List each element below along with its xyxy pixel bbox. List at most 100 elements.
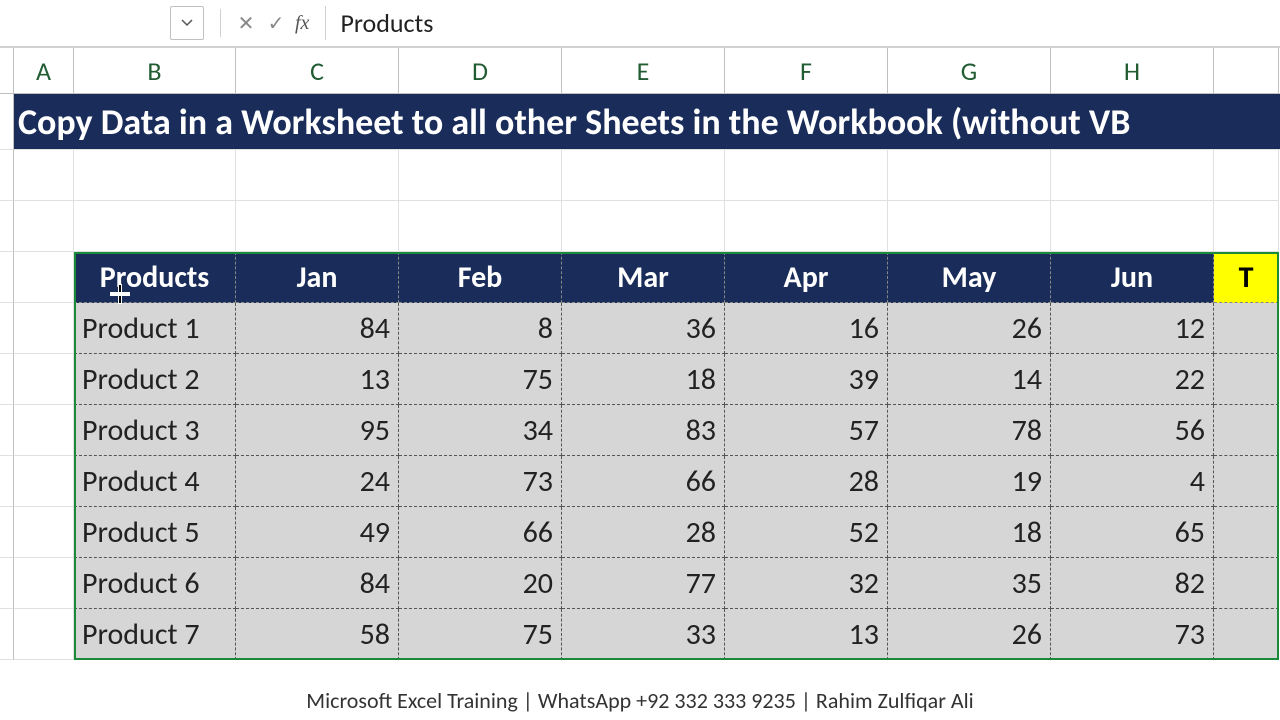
cell-apr[interactable]: 16 (725, 303, 888, 354)
cell[interactable] (74, 201, 236, 252)
cell-apr[interactable]: 32 (725, 558, 888, 609)
cell[interactable] (1214, 354, 1279, 405)
cell-mar[interactable]: 66 (562, 456, 725, 507)
cell[interactable] (14, 252, 74, 303)
cell[interactable] (1214, 201, 1279, 252)
cell-mar[interactable]: 33 (562, 609, 725, 660)
cell[interactable] (1214, 507, 1279, 558)
cell-may[interactable]: 26 (888, 303, 1051, 354)
cell-jan[interactable]: 24 (236, 456, 399, 507)
row-header[interactable] (0, 558, 14, 609)
header-jun[interactable]: Jun (1051, 252, 1214, 303)
cell-jun[interactable]: 4 (1051, 456, 1214, 507)
cell-apr[interactable]: 13 (725, 609, 888, 660)
cell-feb[interactable]: 75 (399, 609, 562, 660)
cell[interactable] (1051, 201, 1214, 252)
cell[interactable] (14, 405, 74, 456)
cell[interactable] (14, 456, 74, 507)
title-cell[interactable]: Copy Data in a Worksheet to all other Sh… (14, 94, 1280, 150)
cell-may[interactable]: 35 (888, 558, 1051, 609)
cell[interactable] (14, 354, 74, 405)
cell[interactable] (14, 507, 74, 558)
cell[interactable] (888, 150, 1051, 201)
cell-mar[interactable]: 28 (562, 507, 725, 558)
cancel-button[interactable]: ✕ (231, 8, 261, 38)
header-products[interactable]: Products (74, 252, 236, 303)
column-header-i[interactable] (1214, 48, 1279, 93)
cell-may[interactable]: 78 (888, 405, 1051, 456)
name-box-dropdown[interactable] (170, 6, 204, 40)
cell[interactable] (14, 303, 74, 354)
cell-feb[interactable]: 8 (399, 303, 562, 354)
row-header[interactable] (0, 354, 14, 405)
product-name[interactable]: Product 4 (74, 456, 236, 507)
cell-may[interactable]: 26 (888, 609, 1051, 660)
cell[interactable] (14, 150, 74, 201)
product-name[interactable]: Product 6 (74, 558, 236, 609)
row-header[interactable] (0, 303, 14, 354)
cell-jun[interactable]: 65 (1051, 507, 1214, 558)
product-name[interactable]: Product 2 (74, 354, 236, 405)
cell-may[interactable]: 19 (888, 456, 1051, 507)
insert-function-button[interactable]: fx (295, 12, 309, 35)
cell-jun[interactable]: 82 (1051, 558, 1214, 609)
cell-jan[interactable]: 58 (236, 609, 399, 660)
cell[interactable] (399, 150, 562, 201)
cell-jan[interactable]: 84 (236, 558, 399, 609)
cell[interactable] (236, 201, 399, 252)
cell[interactable] (562, 150, 725, 201)
cell-mar[interactable]: 83 (562, 405, 725, 456)
cell[interactable] (1214, 405, 1279, 456)
cell[interactable] (1214, 609, 1279, 660)
cell[interactable] (14, 609, 74, 660)
product-name[interactable]: Product 5 (74, 507, 236, 558)
cell-mar[interactable]: 36 (562, 303, 725, 354)
cell[interactable] (562, 201, 725, 252)
cell-apr[interactable]: 28 (725, 456, 888, 507)
column-header-e[interactable]: E (562, 48, 725, 93)
row-header[interactable] (0, 252, 14, 303)
cell-feb[interactable]: 20 (399, 558, 562, 609)
column-header-g[interactable]: G (888, 48, 1051, 93)
header-feb[interactable]: Feb (399, 252, 562, 303)
cell[interactable] (236, 150, 399, 201)
row-header[interactable] (0, 456, 14, 507)
column-header-b[interactable]: B (74, 48, 236, 93)
cell-feb[interactable]: 73 (399, 456, 562, 507)
product-name[interactable]: Product 7 (74, 609, 236, 660)
cell-apr[interactable]: 52 (725, 507, 888, 558)
cell[interactable] (1214, 150, 1279, 201)
row-header[interactable] (0, 507, 14, 558)
cell-jun[interactable]: 56 (1051, 405, 1214, 456)
column-header-d[interactable]: D (399, 48, 562, 93)
header-jan[interactable]: Jan (236, 252, 399, 303)
cell-jun[interactable]: 73 (1051, 609, 1214, 660)
row-header[interactable] (0, 94, 14, 150)
header-apr[interactable]: Apr (725, 252, 888, 303)
product-name[interactable]: Product 3 (74, 405, 236, 456)
cell[interactable] (399, 201, 562, 252)
cell[interactable] (725, 201, 888, 252)
row-header[interactable] (0, 405, 14, 456)
cell-mar[interactable]: 77 (562, 558, 725, 609)
cell-jun[interactable]: 12 (1051, 303, 1214, 354)
cell-feb[interactable]: 34 (399, 405, 562, 456)
cell[interactable] (1051, 150, 1214, 201)
cell-apr[interactable]: 57 (725, 405, 888, 456)
cell[interactable] (888, 201, 1051, 252)
header-total[interactable]: T (1214, 252, 1279, 303)
accept-button[interactable]: ✓ (261, 8, 291, 38)
cell-apr[interactable]: 39 (725, 354, 888, 405)
column-header-a[interactable]: A (14, 48, 74, 93)
cell-mar[interactable]: 18 (562, 354, 725, 405)
product-name[interactable]: Product 1 (74, 303, 236, 354)
cell[interactable] (1214, 558, 1279, 609)
row-header[interactable] (0, 609, 14, 660)
cell[interactable] (725, 150, 888, 201)
column-header-c[interactable]: C (236, 48, 399, 93)
row-header[interactable] (0, 201, 14, 252)
column-header-h[interactable]: H (1051, 48, 1214, 93)
select-all-corner[interactable] (0, 48, 14, 93)
row-header[interactable] (0, 150, 14, 201)
column-header-f[interactable]: F (725, 48, 888, 93)
